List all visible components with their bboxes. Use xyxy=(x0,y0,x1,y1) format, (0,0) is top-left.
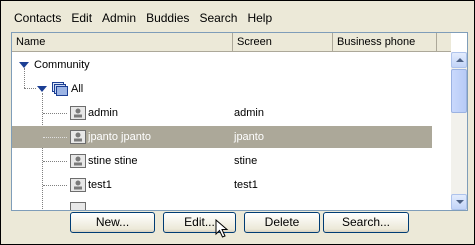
tree-node-all[interactable]: All xyxy=(12,78,432,100)
contact-card-icon xyxy=(70,178,86,200)
column-header-filler xyxy=(437,33,451,51)
table-row-selected[interactable]: jpanto jpanto jpanto xyxy=(12,126,432,148)
column-header-name[interactable]: Name xyxy=(12,33,233,51)
button-bar: New... Edit... Delete Search... xyxy=(1,212,475,236)
table-row[interactable]: admin admin xyxy=(12,102,432,124)
menu-help[interactable]: Help xyxy=(242,9,277,27)
contacts-window: Contacts Edit Admin Buddies Search Help … xyxy=(0,0,475,245)
group-icon xyxy=(52,82,68,104)
contact-card-icon xyxy=(70,202,86,210)
expanded-triangle-icon[interactable] xyxy=(37,86,47,92)
menu-bar: Contacts Edit Admin Buddies Search Help xyxy=(9,9,277,27)
menu-search[interactable]: Search xyxy=(194,9,242,27)
scroll-down-button[interactable] xyxy=(451,194,467,210)
mouse-pointer-icon xyxy=(215,218,229,242)
scroll-thumb[interactable] xyxy=(451,69,467,113)
table-row[interactable]: test1 test1 xyxy=(12,174,432,196)
tree-line xyxy=(43,161,67,162)
arrow-down-icon xyxy=(456,200,464,204)
contact-name: jpanto jpanto xyxy=(88,131,151,143)
contact-card-icon xyxy=(70,106,86,128)
contact-screen: test1 xyxy=(234,179,258,191)
delete-button[interactable]: Delete xyxy=(244,212,320,233)
menu-edit[interactable]: Edit xyxy=(66,9,97,27)
search-button[interactable]: Search... xyxy=(323,212,409,233)
table-row-partial[interactable] xyxy=(12,198,432,210)
menu-contacts[interactable]: Contacts xyxy=(9,9,66,27)
expanded-triangle-icon[interactable] xyxy=(19,62,29,68)
tree-node-label: Community xyxy=(34,59,90,71)
contact-screen: stine xyxy=(234,155,258,167)
table-row[interactable]: stine stine stine xyxy=(12,150,432,172)
column-header-screen[interactable]: Screen xyxy=(233,33,333,51)
arrow-up-icon xyxy=(456,58,464,62)
tree-line xyxy=(43,185,67,186)
tree-line xyxy=(43,113,67,114)
scroll-up-button[interactable] xyxy=(451,52,467,68)
contact-name: test1 xyxy=(88,179,112,191)
contact-screen: jpanto xyxy=(234,131,264,143)
tree-line xyxy=(43,137,67,138)
vertical-scrollbar[interactable] xyxy=(451,52,467,210)
new-button[interactable]: New... xyxy=(70,212,155,233)
contact-name: admin xyxy=(88,107,118,119)
menu-admin[interactable]: Admin xyxy=(97,9,141,27)
contact-name: stine stine xyxy=(88,155,138,167)
menu-buddies[interactable]: Buddies xyxy=(141,9,194,27)
tree-node-label: All xyxy=(71,83,84,95)
table-header: Name Screen Business phone xyxy=(12,33,451,52)
contacts-tree-table[interactable]: Name Screen Business phone Community All… xyxy=(11,32,468,211)
contact-card-icon xyxy=(70,154,86,176)
contact-card-icon xyxy=(70,130,86,152)
column-header-business-phone[interactable]: Business phone xyxy=(333,33,437,51)
contact-screen: admin xyxy=(234,107,264,119)
tree-node-community[interactable]: Community xyxy=(12,54,432,76)
